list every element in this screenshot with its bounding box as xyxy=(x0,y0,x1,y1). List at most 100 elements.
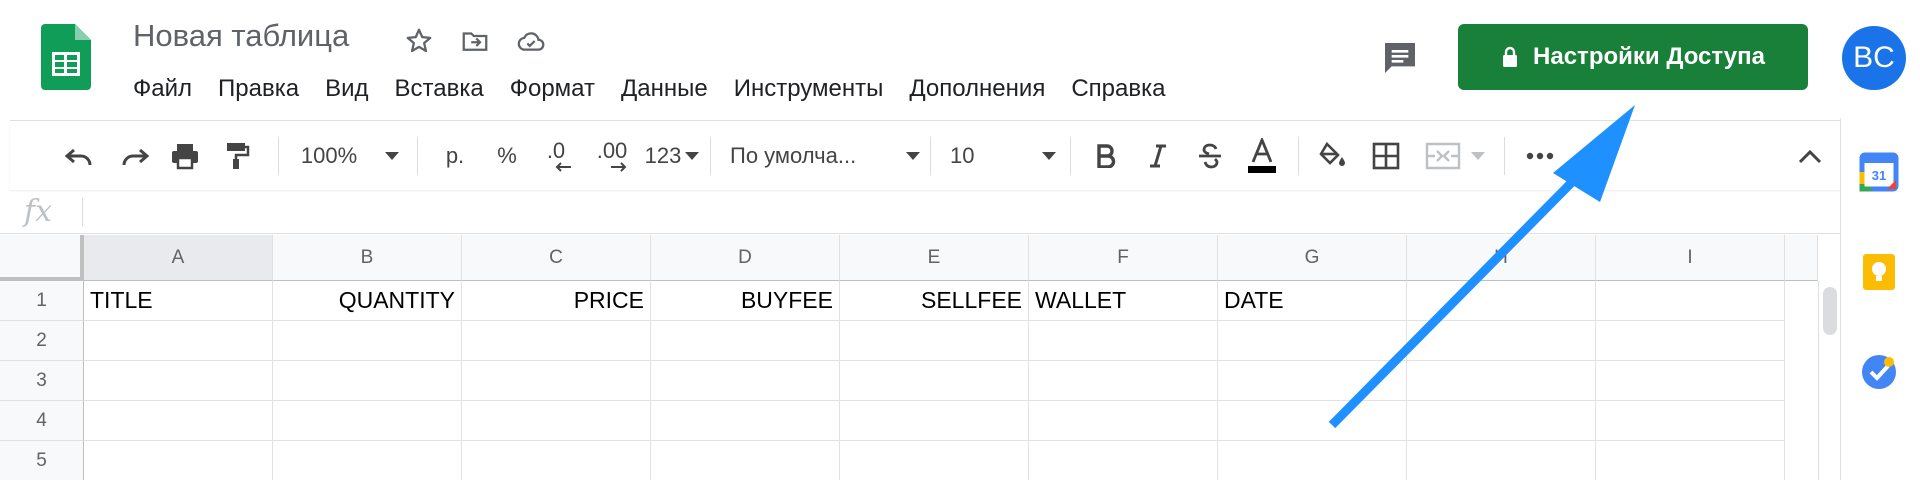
row-header[interactable]: 4 xyxy=(0,401,84,441)
row-header[interactable]: 3 xyxy=(0,361,84,401)
table-cell[interactable]: SELLFEE xyxy=(840,281,1029,321)
sheets-logo-icon[interactable] xyxy=(41,24,91,92)
table-cell[interactable]: WALLET xyxy=(1029,281,1218,321)
collapse-menu-icon[interactable] xyxy=(1790,121,1830,191)
table-cell[interactable] xyxy=(273,321,462,361)
select-all-corner[interactable] xyxy=(0,235,84,281)
decrease-decimal-button[interactable]: .0 xyxy=(530,121,582,191)
table-cell[interactable] xyxy=(840,321,1029,361)
menu-edit[interactable]: Правка xyxy=(205,71,312,107)
table-cell[interactable] xyxy=(1596,401,1785,441)
more-formats-select[interactable]: 123 xyxy=(640,121,704,191)
menu-data[interactable]: Данные xyxy=(608,71,721,107)
menu-help[interactable]: Справка xyxy=(1058,71,1178,107)
text-color-button[interactable] xyxy=(1240,121,1284,191)
move-to-folder-icon[interactable] xyxy=(456,22,494,60)
cloud-saved-icon[interactable] xyxy=(512,22,550,60)
table-cell[interactable]: TITLE xyxy=(84,281,273,321)
more-options-icon[interactable] xyxy=(1520,121,1560,191)
font-size-select[interactable]: 10 xyxy=(950,121,1056,191)
table-cell[interactable] xyxy=(1407,361,1596,401)
share-button[interactable]: Настройки Доступа xyxy=(1458,24,1808,90)
table-cell[interactable]: QUANTITY xyxy=(273,281,462,321)
currency-button[interactable]: р. xyxy=(430,121,480,191)
row-header[interactable]: 2 xyxy=(0,321,84,361)
avatar[interactable]: BC xyxy=(1842,26,1906,90)
merge-cells-icon[interactable] xyxy=(1418,121,1492,191)
table-cell[interactable] xyxy=(840,401,1029,441)
menu-addons[interactable]: Дополнения xyxy=(896,71,1058,107)
table-cell[interactable] xyxy=(462,361,651,401)
column-header[interactable]: H xyxy=(1407,235,1596,281)
table-cell[interactable] xyxy=(1407,401,1596,441)
table-cell[interactable] xyxy=(1029,401,1218,441)
table-cell[interactable] xyxy=(84,361,273,401)
table-cell[interactable] xyxy=(1596,441,1785,480)
table-cell[interactable] xyxy=(1596,321,1785,361)
table-cell[interactable] xyxy=(1029,441,1218,480)
keep-icon[interactable] xyxy=(1859,252,1899,292)
table-cell[interactable]: BUYFEE xyxy=(651,281,840,321)
column-header-partial[interactable] xyxy=(1785,235,1818,281)
table-cell[interactable]: PRICE xyxy=(462,281,651,321)
table-cell[interactable] xyxy=(1596,281,1785,321)
table-cell[interactable] xyxy=(273,401,462,441)
comment-icon[interactable] xyxy=(1375,33,1425,83)
vertical-scrollbar[interactable] xyxy=(1818,281,1840,480)
row-header[interactable]: 5 xyxy=(0,441,84,480)
menu-format[interactable]: Формат xyxy=(497,71,608,107)
row-header[interactable]: 1 xyxy=(0,281,84,321)
table-cell[interactable] xyxy=(1407,441,1596,480)
table-cell[interactable] xyxy=(1218,401,1407,441)
table-cell[interactable]: DATE xyxy=(1218,281,1407,321)
menu-file[interactable]: Файл xyxy=(120,71,205,107)
column-header[interactable]: I xyxy=(1596,235,1785,281)
table-cell[interactable] xyxy=(462,441,651,480)
table-cell[interactable] xyxy=(1218,441,1407,480)
table-cell[interactable] xyxy=(1029,321,1218,361)
calendar-icon[interactable]: 31 xyxy=(1859,152,1899,192)
table-cell[interactable] xyxy=(1029,361,1218,401)
table-cell[interactable] xyxy=(84,401,273,441)
menu-view[interactable]: Вид xyxy=(312,71,381,107)
column-header[interactable]: D xyxy=(651,235,840,281)
table-cell[interactable] xyxy=(84,441,273,480)
undo-icon[interactable] xyxy=(60,121,100,191)
print-icon[interactable] xyxy=(165,121,205,191)
scrollbar-thumb[interactable] xyxy=(1823,287,1837,335)
bold-button[interactable] xyxy=(1086,121,1126,191)
zoom-select[interactable]: 100% xyxy=(295,121,405,191)
table-cell[interactable] xyxy=(1407,281,1596,321)
column-header[interactable]: A xyxy=(84,235,273,281)
fill-color-icon[interactable] xyxy=(1312,121,1352,191)
table-cell[interactable] xyxy=(651,321,840,361)
tasks-icon[interactable] xyxy=(1859,352,1899,392)
column-header[interactable]: E xyxy=(840,235,1029,281)
table-cell[interactable] xyxy=(273,441,462,480)
table-cell[interactable] xyxy=(651,441,840,480)
italic-button[interactable] xyxy=(1138,121,1178,191)
borders-icon[interactable] xyxy=(1366,121,1406,191)
table-cell[interactable] xyxy=(1596,361,1785,401)
column-header[interactable]: C xyxy=(462,235,651,281)
paint-format-icon[interactable] xyxy=(217,121,257,191)
menu-tools[interactable]: Инструменты xyxy=(721,71,897,107)
table-cell[interactable] xyxy=(1218,321,1407,361)
table-cell[interactable] xyxy=(462,321,651,361)
table-cell[interactable] xyxy=(84,321,273,361)
column-header[interactable]: G xyxy=(1218,235,1407,281)
percent-button[interactable]: % xyxy=(482,121,532,191)
increase-decimal-button[interactable]: .00 xyxy=(584,121,640,191)
column-header[interactable]: B xyxy=(273,235,462,281)
table-cell[interactable] xyxy=(651,361,840,401)
table-cell[interactable] xyxy=(840,361,1029,401)
redo-icon[interactable] xyxy=(114,121,154,191)
table-cell[interactable] xyxy=(1407,321,1596,361)
table-cell[interactable] xyxy=(840,441,1029,480)
star-icon[interactable] xyxy=(400,22,438,60)
table-cell[interactable] xyxy=(462,401,651,441)
table-cell[interactable] xyxy=(651,401,840,441)
strikethrough-button[interactable] xyxy=(1190,121,1230,191)
menu-insert[interactable]: Вставка xyxy=(382,71,497,107)
column-header[interactable]: F xyxy=(1029,235,1218,281)
